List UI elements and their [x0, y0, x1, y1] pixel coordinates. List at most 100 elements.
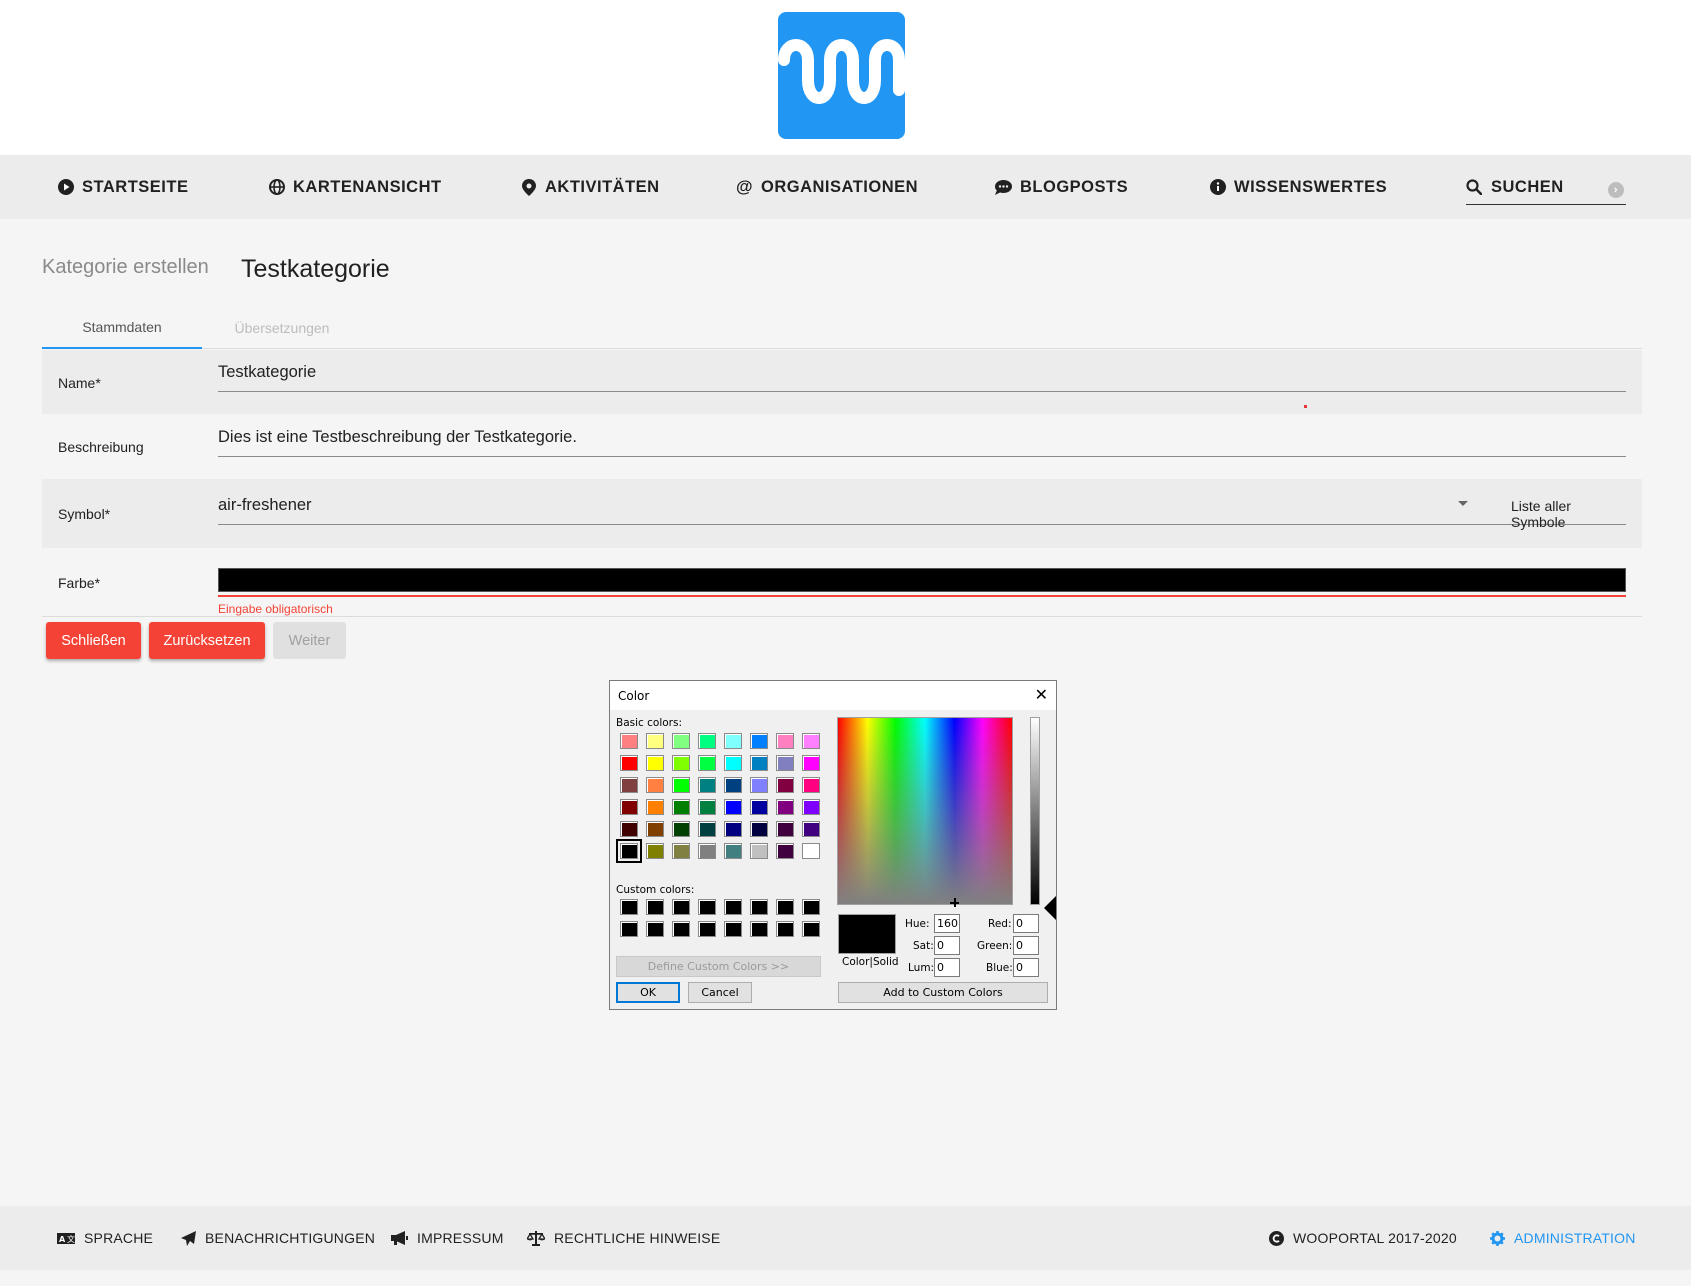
- next-button[interactable]: Weiter: [273, 622, 346, 659]
- custom-color-swatch[interactable]: [698, 921, 716, 937]
- footer-admin[interactable]: ADMINISTRATION: [1490, 1206, 1636, 1270]
- custom-color-swatch[interactable]: [620, 899, 638, 915]
- custom-color-swatch[interactable]: [776, 921, 794, 937]
- custom-color-swatch[interactable]: [750, 899, 768, 915]
- nav-item-organisationen[interactable]: @ ORGANISATIONEN: [736, 155, 918, 219]
- basic-color-swatch[interactable]: [776, 755, 794, 771]
- basic-color-swatch[interactable]: [802, 799, 820, 815]
- basic-color-swatch[interactable]: [620, 733, 638, 749]
- define-custom-colors-button[interactable]: Define Custom Colors >>: [616, 956, 821, 977]
- footer-language[interactable]: A文 SPRACHE: [57, 1206, 153, 1270]
- symbol-list-link[interactable]: Liste aller Symbole: [1511, 498, 1626, 530]
- basic-color-swatch[interactable]: [802, 821, 820, 837]
- basic-color-swatch[interactable]: [776, 799, 794, 815]
- basic-color-swatch[interactable]: [802, 755, 820, 771]
- custom-color-swatch[interactable]: [698, 899, 716, 915]
- color-field[interactable]: [218, 568, 1626, 592]
- basic-color-swatch[interactable]: [646, 799, 664, 815]
- basic-color-swatch[interactable]: [698, 777, 716, 793]
- tab-uebersetzungen[interactable]: Übersetzungen: [202, 307, 362, 349]
- basic-color-swatch[interactable]: [776, 733, 794, 749]
- basic-color-swatch[interactable]: [776, 777, 794, 793]
- hue-input[interactable]: 160: [934, 914, 960, 933]
- custom-color-swatch[interactable]: [620, 921, 638, 937]
- basic-color-swatch[interactable]: [750, 799, 768, 815]
- basic-color-swatch[interactable]: [620, 755, 638, 771]
- reset-button[interactable]: Zurücksetzen: [149, 622, 265, 659]
- nav-item-aktivitaeten[interactable]: AKTIVITÄTEN: [520, 155, 660, 219]
- nav-item-kartenansicht[interactable]: KARTENANSICHT: [268, 155, 442, 219]
- symbol-select[interactable]: air-freshener Liste aller Symbole: [218, 487, 1626, 530]
- lum-input[interactable]: 0: [934, 958, 960, 977]
- basic-color-swatch[interactable]: [724, 733, 742, 749]
- close-button[interactable]: Schließen: [46, 622, 141, 659]
- blue-input[interactable]: 0: [1013, 958, 1039, 977]
- custom-color-swatch[interactable]: [672, 921, 690, 937]
- custom-color-swatch[interactable]: [802, 899, 820, 915]
- basic-color-swatch[interactable]: [616, 839, 642, 863]
- custom-color-swatch[interactable]: [724, 921, 742, 937]
- custom-color-swatch[interactable]: [646, 899, 664, 915]
- basic-color-swatch[interactable]: [724, 755, 742, 771]
- basic-color-swatch[interactable]: [698, 799, 716, 815]
- basic-color-swatch[interactable]: [750, 733, 768, 749]
- basic-color-swatch[interactable]: [802, 777, 820, 793]
- basic-color-swatch[interactable]: [698, 821, 716, 837]
- custom-color-swatch[interactable]: [776, 899, 794, 915]
- basic-color-swatch[interactable]: [620, 777, 638, 793]
- basic-color-swatch[interactable]: [802, 733, 820, 749]
- basic-color-swatch[interactable]: [776, 821, 794, 837]
- tab-stammdaten[interactable]: Stammdaten: [42, 307, 202, 349]
- basic-color-swatch[interactable]: [646, 755, 664, 771]
- footer-notifications[interactable]: BENACHRICHTIGUNGEN: [181, 1206, 375, 1270]
- name-field[interactable]: Testkategorie: [218, 354, 1626, 392]
- basic-color-swatch[interactable]: [724, 821, 742, 837]
- basic-color-swatch[interactable]: [672, 799, 690, 815]
- basic-color-swatch[interactable]: [672, 777, 690, 793]
- red-input[interactable]: 0: [1013, 914, 1039, 933]
- basic-color-swatch[interactable]: [698, 755, 716, 771]
- cancel-button[interactable]: Cancel: [688, 982, 752, 1003]
- wooportal-logo[interactable]: [778, 12, 905, 139]
- nav-item-blogposts[interactable]: BLOGPOSTS: [995, 155, 1128, 219]
- custom-color-swatch[interactable]: [802, 921, 820, 937]
- basic-color-swatch[interactable]: [750, 843, 768, 859]
- basic-color-swatch[interactable]: [802, 843, 820, 859]
- chevron-down-icon[interactable]: [1458, 501, 1468, 506]
- basic-color-swatch[interactable]: [750, 755, 768, 771]
- basic-color-swatch[interactable]: [646, 843, 664, 859]
- custom-color-swatch[interactable]: [750, 921, 768, 937]
- green-input[interactable]: 0: [1013, 936, 1039, 955]
- nav-item-startseite[interactable]: STARTSEITE: [57, 155, 188, 219]
- basic-color-swatch[interactable]: [750, 821, 768, 837]
- description-field[interactable]: Dies ist eine Testbeschreibung der Testk…: [218, 419, 1626, 457]
- basic-color-swatch[interactable]: [698, 733, 716, 749]
- basic-color-swatch[interactable]: [646, 733, 664, 749]
- search-input[interactable]: SUCHEN ›: [1466, 170, 1626, 205]
- basic-color-swatch[interactable]: [620, 821, 638, 837]
- basic-color-swatch[interactable]: [776, 843, 794, 859]
- basic-color-swatch[interactable]: [724, 777, 742, 793]
- basic-color-swatch[interactable]: [672, 733, 690, 749]
- basic-color-swatch[interactable]: [724, 843, 742, 859]
- basic-color-swatch[interactable]: [620, 799, 638, 815]
- basic-color-swatch[interactable]: [646, 821, 664, 837]
- custom-color-swatch[interactable]: [646, 921, 664, 937]
- basic-color-swatch[interactable]: [672, 755, 690, 771]
- clear-icon[interactable]: ›: [1608, 182, 1624, 198]
- color-spectrum[interactable]: [837, 717, 1013, 907]
- basic-color-swatch[interactable]: [698, 843, 716, 859]
- close-icon[interactable]: ✕: [1035, 686, 1048, 704]
- basic-color-swatch[interactable]: [750, 777, 768, 793]
- basic-color-swatch[interactable]: [672, 821, 690, 837]
- luminance-slider[interactable]: [1030, 717, 1040, 905]
- sat-input[interactable]: 0: [934, 936, 960, 955]
- custom-color-swatch[interactable]: [724, 899, 742, 915]
- basic-color-swatch[interactable]: [724, 799, 742, 815]
- basic-color-swatch[interactable]: [672, 843, 690, 859]
- custom-color-swatch[interactable]: [672, 899, 690, 915]
- luminance-arrow-icon[interactable]: [1044, 896, 1056, 920]
- footer-legal[interactable]: RECHTLICHE HINWEISE: [527, 1206, 720, 1270]
- footer-imprint[interactable]: IMPRESSUM: [391, 1206, 504, 1270]
- basic-color-swatch[interactable]: [646, 777, 664, 793]
